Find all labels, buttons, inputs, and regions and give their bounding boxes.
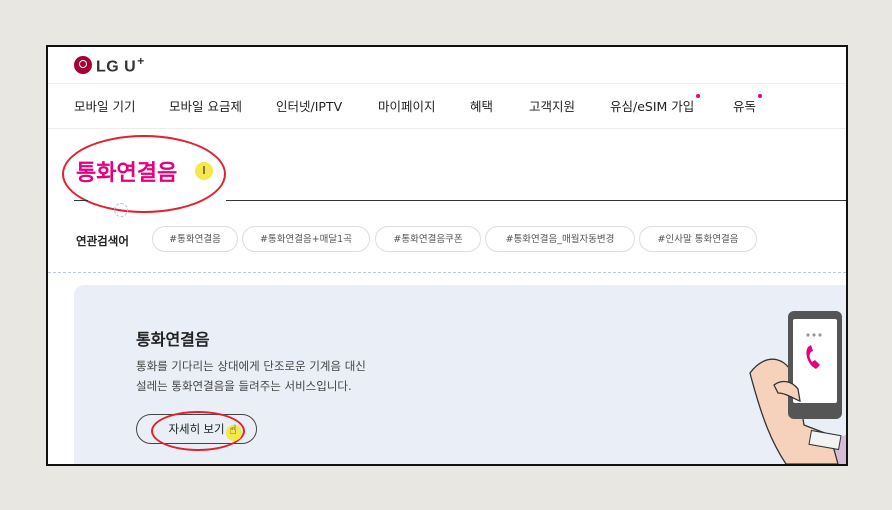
- nav-usim-esim[interactable]: 유심/eSIM 가입: [610, 94, 701, 115]
- related-chip[interactable]: #통화연결음: [152, 226, 238, 252]
- main-navigation: 모바일 기기 모바일 요금제 인터넷/IPTV 마이페이지 혜택 고객지원 유심…: [48, 83, 846, 129]
- notification-dot-icon: [758, 94, 763, 98]
- nav-mobile-plans[interactable]: 모바일 요금제: [169, 96, 242, 115]
- nav-udok-label: 유독: [733, 99, 757, 114]
- title-divider: [226, 200, 846, 201]
- nav-usim-esim-label: 유심/eSIM 가입: [610, 99, 695, 114]
- nav-internet-iptv[interactable]: 인터넷/IPTV: [276, 96, 342, 115]
- text-cursor-icon: I: [195, 162, 213, 180]
- nav-udok[interactable]: 유독: [733, 94, 763, 115]
- title-divider-left: [74, 200, 88, 201]
- banner-description: 통화를 기다리는 상대에게 단조로운 기계음 대신 설레는 통화연결음을 들려주…: [136, 356, 366, 396]
- related-search-label: 연관검색어: [76, 234, 129, 248]
- browser-frame: LG U+ 모바일 기기 모바일 요금제 인터넷/IPTV 마이페이지 혜택 고…: [46, 45, 848, 466]
- notification-dot-icon: [696, 94, 701, 98]
- related-chip[interactable]: #통화연결음_매월자동변경: [485, 226, 635, 252]
- related-chip[interactable]: #통화연결음+매달1곡: [242, 226, 370, 252]
- banner-desc-line: 통화를 기다리는 상대에게 단조로운 기계음 대신: [136, 359, 366, 373]
- loading-spinner-icon: [114, 203, 128, 217]
- phone-call-illustration: [749, 311, 846, 464]
- related-chip[interactable]: #통화연결음쿠폰: [375, 226, 481, 252]
- banner-title: 통화연결음: [136, 330, 210, 349]
- nav-mypage[interactable]: 마이페이지: [378, 96, 436, 115]
- nav-customer-support[interactable]: 고객지원: [529, 96, 575, 115]
- hand-pointer-icon: ☝: [229, 423, 237, 438]
- lg-logo-icon: [74, 56, 92, 75]
- logo-text: LG U+: [96, 54, 145, 76]
- section-divider: [48, 272, 846, 273]
- related-chip[interactable]: #인사말 통화연결음: [639, 226, 757, 252]
- banner-desc-line: 설레는 통화연결음을 들려주는 서비스입니다.: [136, 379, 352, 393]
- lg-uplus-logo[interactable]: LG U+: [74, 54, 145, 76]
- nav-benefits[interactable]: 혜택: [470, 96, 493, 115]
- nav-mobile-devices[interactable]: 모바일 기기: [74, 96, 135, 115]
